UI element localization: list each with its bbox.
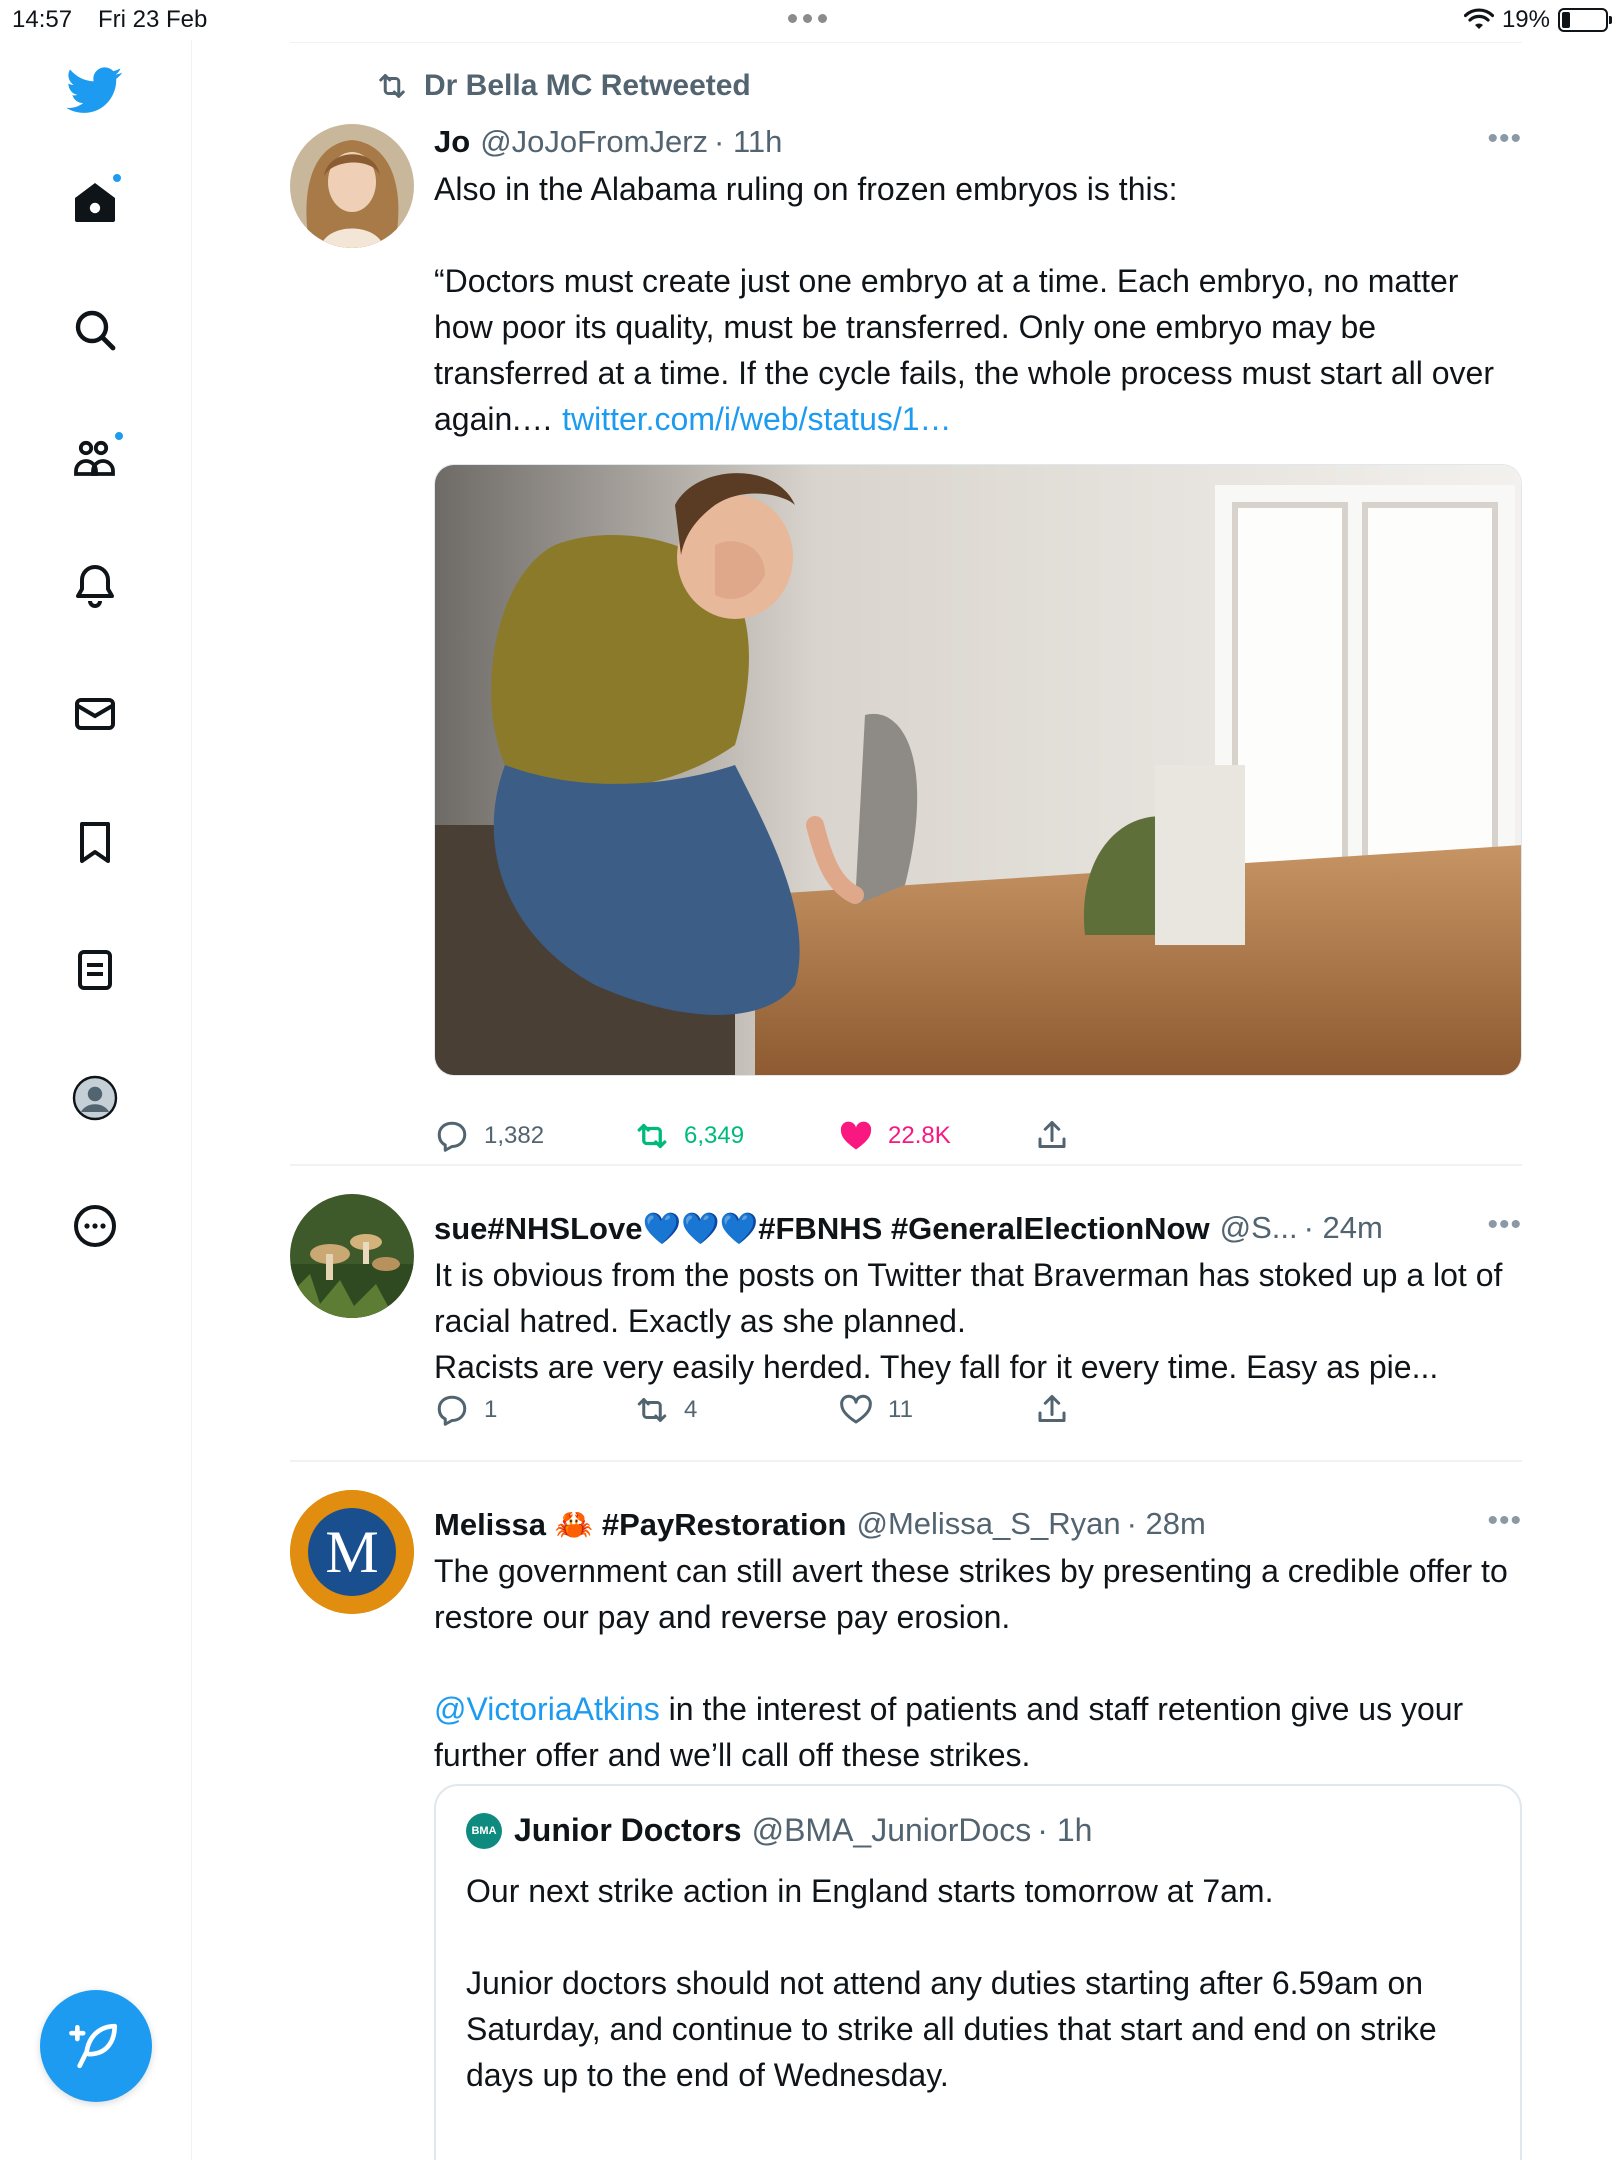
avatar-letter: M [325, 1518, 379, 1585]
like-count: 11 [888, 1396, 913, 1423]
author-handle[interactable]: @JoJoFromJerz [480, 124, 708, 160]
more-options-icon[interactable]: ••• [1487, 1208, 1522, 1242]
tweet-content: Jo @JoJoFromJerz · 11h ••• Also in the A… [434, 122, 1522, 442]
battery-percent: 19% [1501, 6, 1550, 33]
tweet-text: Also in the Alabama ruling on frozen emb… [434, 166, 1522, 442]
more-options-icon[interactable]: ••• [1487, 1504, 1522, 1538]
like-count: 22.8K [888, 1122, 951, 1149]
more-icon [74, 1205, 116, 1247]
quoted-avatar[interactable]: BMA [466, 1812, 502, 1849]
sidebar-item-bookmarks[interactable] [55, 802, 135, 882]
retweeted-by-banner: Dr Bella MC Retweeted [374, 68, 751, 104]
tweet-text: The government can still avert these str… [434, 1548, 1522, 1778]
tweet-text: It is obvious from the posts on Twitter … [434, 1257, 1503, 1385]
author-handle[interactable]: @S... [1220, 1210, 1298, 1246]
reply-icon [437, 1395, 467, 1426]
tweet-time[interactable]: · 28m [1127, 1506, 1206, 1542]
reply-icon [437, 1121, 467, 1152]
quoted-author-handle[interactable]: @BMA_JuniorDocs [752, 1812, 1032, 1849]
sidebar-item-more[interactable] [55, 1186, 135, 1266]
tweet-header: Jo @JoJoFromJerz · 11h [434, 122, 1522, 162]
quoted-tweet-header: BMA Junior Doctors @BMA_JuniorDocs · 1h [466, 1812, 1092, 1849]
sidebar-item-profile[interactable] [55, 1058, 135, 1138]
sidebar-item-communities[interactable] [55, 418, 135, 498]
like-button[interactable]: 11 [838, 1392, 913, 1428]
reply-button[interactable]: 1,382 [434, 1118, 544, 1154]
retweet-icon [637, 1123, 667, 1149]
bookmark-icon [80, 822, 110, 863]
lists-icon [78, 950, 112, 990]
tweet-text-content: Also in the Alabama ruling on frozen emb… [434, 171, 1494, 437]
home-icon [75, 183, 115, 222]
avatar[interactable] [290, 124, 414, 248]
author-name[interactable]: Jo [434, 124, 470, 160]
author-name[interactable]: Melissa 🦀 #PayRestoration [434, 1506, 846, 1543]
tweet-actions: 1 4 11 [434, 1392, 1522, 1432]
tweet-content: Melissa 🦀 #PayRestoration @Melissa_S_Rya… [434, 1504, 1522, 1778]
status-date: Fri 23 Feb [98, 6, 208, 33]
avatar[interactable]: M [290, 1490, 414, 1614]
retweet-icon [637, 1398, 667, 1422]
retweet-icon [379, 74, 405, 98]
sidebar-item-search[interactable] [55, 290, 135, 370]
sidebar-item-home[interactable] [55, 162, 135, 242]
retweeted-by-label[interactable]: Dr Bella MC Retweeted [424, 69, 751, 103]
heart-icon [840, 1121, 872, 1150]
tweet-header: sue#NHSLove💙💙💙#FBNHS #GeneralElectionNow… [434, 1208, 1522, 1248]
tweet-content: sue#NHSLove💙💙💙#FBNHS #GeneralElectionNow… [434, 1208, 1522, 1390]
sidebar-item-notifications[interactable] [55, 546, 135, 626]
sidebar-item-lists[interactable] [55, 930, 135, 1010]
tweet[interactable]: sue#NHSLove💙💙💙#FBNHS #GeneralElectionNow… [290, 1166, 1522, 1460]
reply-count: 1 [484, 1396, 498, 1423]
bell-icon [76, 565, 114, 608]
twitter-bird-icon[interactable] [55, 50, 135, 130]
avatar[interactable] [290, 1194, 414, 1318]
author-name[interactable]: sue#NHSLove💙💙💙#FBNHS #GeneralElectionNow [434, 1210, 1210, 1247]
status-bar: 14:57 Fri 23 Feb 19% [0, 0, 1620, 40]
tweet[interactable]: Dr Bella MC Retweeted Jo @JoJoFromJerz ·… [290, 40, 1522, 1164]
reply-count: 1,382 [484, 1122, 545, 1149]
status-right: 19% [1463, 6, 1612, 34]
author-handle[interactable]: @Melissa_S_Ryan [856, 1506, 1120, 1542]
share-button[interactable] [1034, 1118, 1070, 1154]
reply-button[interactable]: 1 [434, 1392, 497, 1428]
communities-icon [74, 440, 115, 476]
wifi-icon [1463, 8, 1494, 29]
tweet-actions: 1,382 6,349 22.8K [434, 1118, 1522, 1158]
sidebar-item-messages[interactable] [55, 674, 135, 754]
retweet-count: 4 [684, 1396, 698, 1423]
tweet-header: Melissa 🦀 #PayRestoration @Melissa_S_Rya… [434, 1504, 1522, 1544]
retweet-button[interactable]: 4 [634, 1392, 697, 1428]
tweet-text-part: The government can still avert these str… [434, 1553, 1508, 1635]
quoted-tweet[interactable]: BMA Junior Doctors @BMA_JuniorDocs · 1h … [434, 1784, 1522, 2160]
retweet-count: 6,349 [684, 1122, 745, 1149]
share-icon [1038, 1121, 1066, 1148]
tweet-time[interactable]: · 24m [1304, 1210, 1383, 1246]
share-icon [1038, 1395, 1066, 1422]
tweet-time[interactable]: · 11h [714, 124, 782, 160]
compose-tweet-button[interactable] [40, 1990, 152, 2102]
home-notification-dot [111, 172, 123, 184]
profile-icon [72, 1075, 118, 1121]
multitasking-dots-icon[interactable] [788, 14, 827, 23]
mention-link[interactable]: @VictoriaAtkins [434, 1691, 660, 1727]
quoted-tweet-text: Our next strike action in England starts… [466, 1873, 1437, 2093]
sidebar [0, 40, 192, 2160]
tweet-image[interactable] [434, 464, 1522, 1076]
communities-notification-dot [113, 430, 125, 442]
quoted-author-name[interactable]: Junior Doctors [514, 1812, 742, 1849]
retweet-button[interactable]: 6,349 [634, 1118, 744, 1154]
like-button[interactable]: 22.8K [838, 1118, 951, 1154]
mail-icon [75, 698, 115, 730]
status-time: 14:57 [12, 6, 73, 33]
tweet-link[interactable]: twitter.com/i/web/status/1… [562, 401, 951, 437]
more-options-icon[interactable]: ••• [1487, 122, 1522, 156]
heart-icon [840, 1394, 872, 1424]
share-button[interactable] [1034, 1392, 1070, 1428]
battery-icon [1558, 8, 1612, 32]
quoted-tweet-time: · 1h [1037, 1812, 1093, 1848]
compose-feather-icon [69, 2023, 117, 2069]
search-icon [75, 310, 116, 351]
